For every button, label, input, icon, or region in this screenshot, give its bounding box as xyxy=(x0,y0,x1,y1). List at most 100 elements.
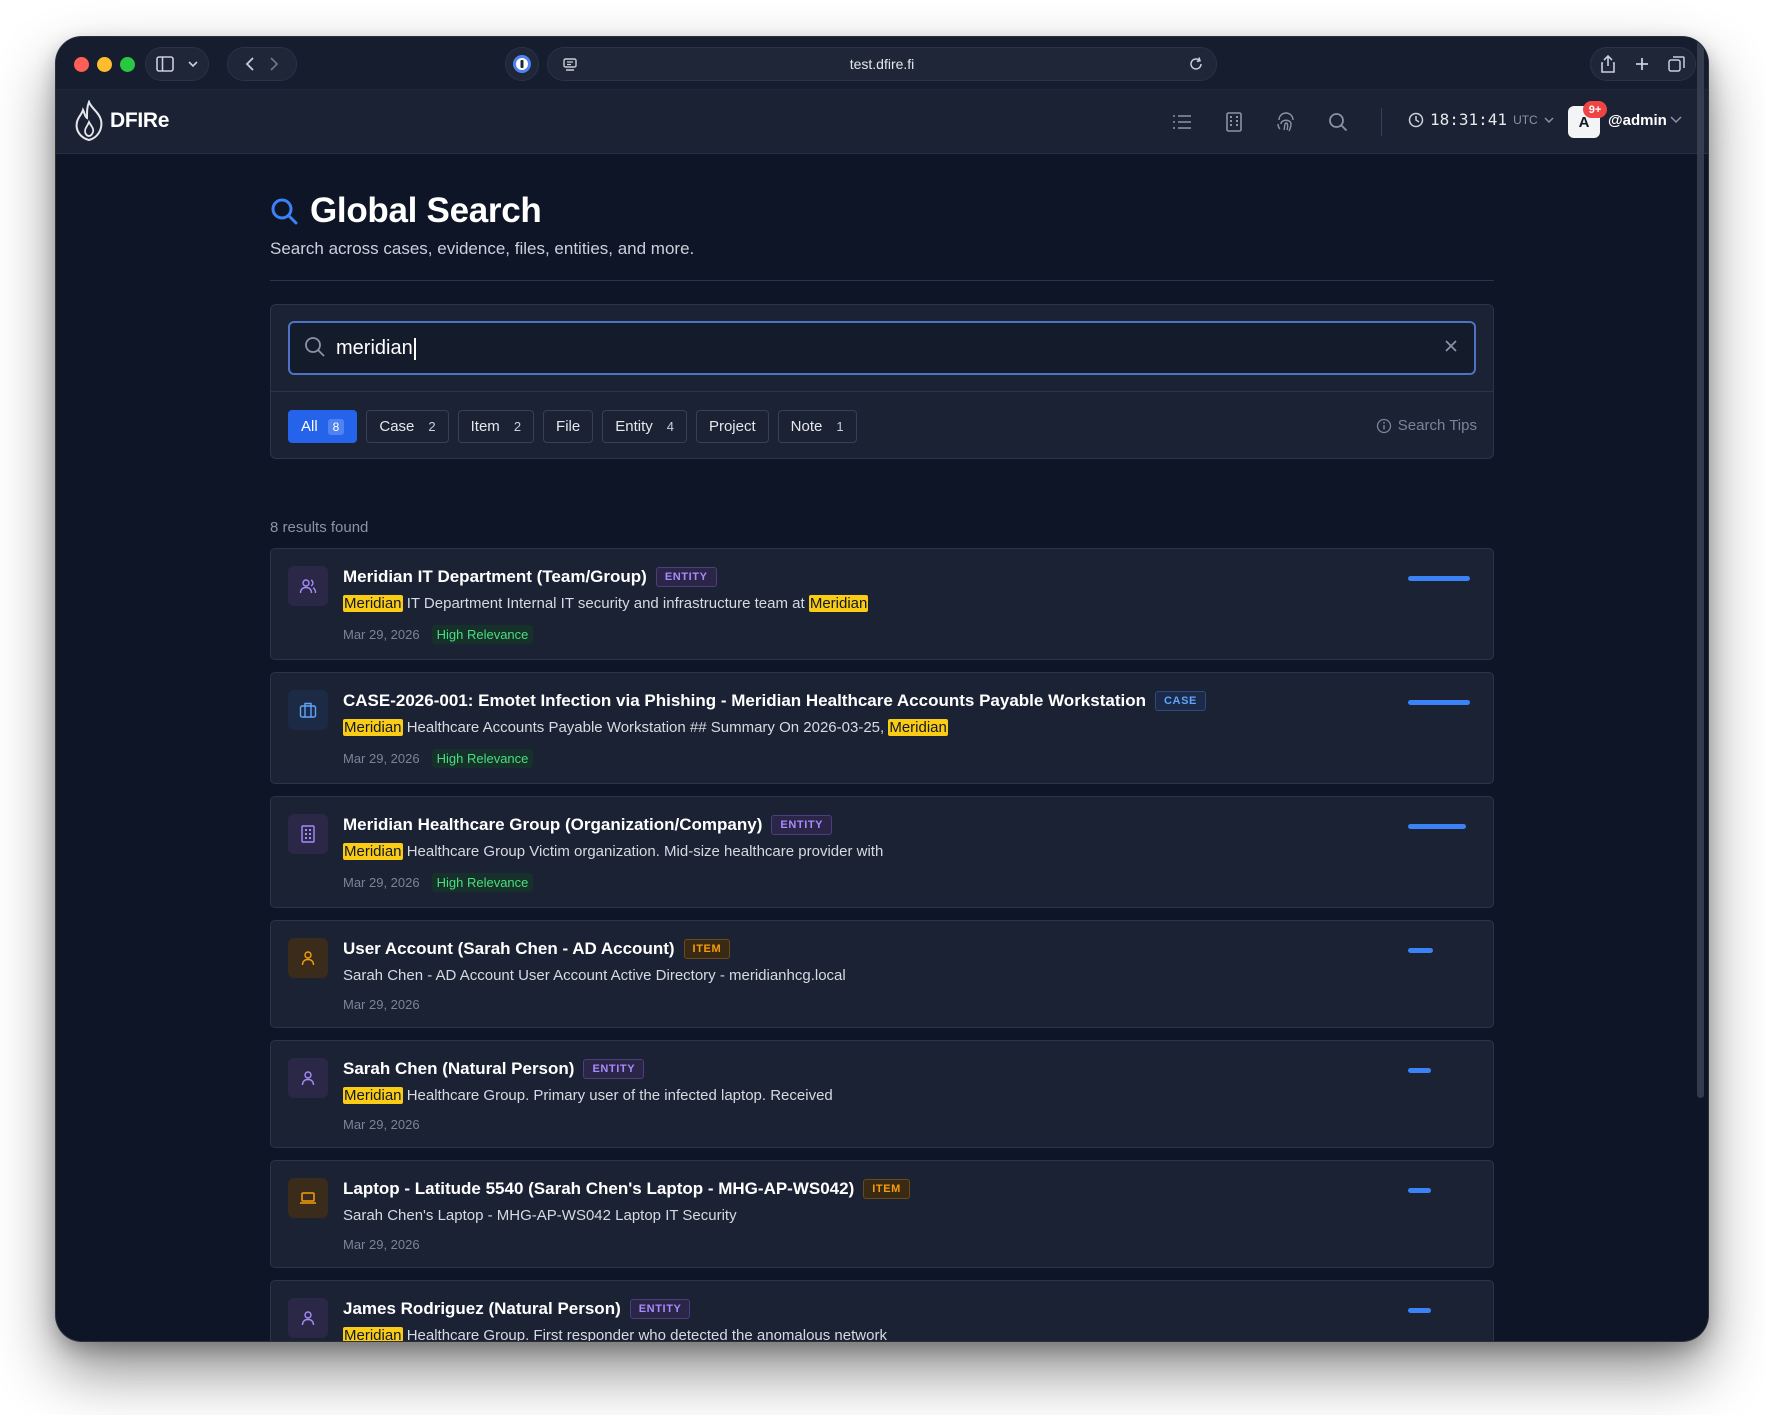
result-title[interactable]: Meridian IT Department (Team/Group) xyxy=(343,567,647,587)
result-title[interactable]: CASE-2026-001: Emotet Infection via Phis… xyxy=(343,691,1146,711)
result-meta: Mar 29, 2026 xyxy=(343,1237,420,1252)
search-result-card[interactable]: Laptop - Latitude 5540 (Sarah Chen's Lap… xyxy=(270,1160,1494,1268)
close-window-button[interactable] xyxy=(74,57,89,72)
search-tips-label: Search Tips xyxy=(1397,417,1477,434)
search-highlight: Meridian xyxy=(343,719,403,736)
close-icon[interactable] xyxy=(1442,337,1460,355)
list-button[interactable] xyxy=(1170,110,1194,134)
flame-logo-icon xyxy=(75,100,103,142)
filter-chip-note[interactable]: Note 1 xyxy=(777,410,857,443)
minimize-window-button[interactable] xyxy=(97,57,112,72)
search-box xyxy=(288,321,1476,375)
result-snippet: Meridian Healthcare Group. Primary user … xyxy=(343,1087,833,1104)
shield-icon xyxy=(513,55,531,73)
result-snippet: Meridian IT Department Internal IT secur… xyxy=(343,595,869,612)
result-type-tile xyxy=(288,814,328,854)
result-type-badge: ITEM xyxy=(863,1179,910,1199)
utc-clock[interactable]: 18:31:41 UTC xyxy=(1408,110,1554,129)
filter-chip-label: All xyxy=(301,418,318,435)
address-bar[interactable]: test.dfire.fi xyxy=(547,47,1217,81)
result-date: Mar 29, 2026 xyxy=(343,627,420,642)
person-icon xyxy=(300,1070,316,1086)
notification-badge[interactable]: 9+ xyxy=(1583,101,1607,118)
back-arrow-icon[interactable] xyxy=(245,56,255,72)
reader-icon[interactable] xyxy=(562,56,578,72)
window-actions xyxy=(1590,47,1696,81)
relevance-score-bar xyxy=(1408,1308,1431,1313)
tabs-overview-icon[interactable] xyxy=(1668,55,1686,73)
organizations-button[interactable] xyxy=(1222,110,1246,134)
result-title[interactable]: James Rodriguez (Natural Person) xyxy=(343,1299,621,1319)
sidebar-toggle-button[interactable] xyxy=(145,47,209,81)
search-button[interactable] xyxy=(1326,110,1350,134)
briefcase-icon xyxy=(299,701,317,719)
artifacts-button[interactable] xyxy=(1274,110,1298,134)
browser-toolbar: test.dfire.fi xyxy=(56,37,1708,90)
filter-chip-case[interactable]: Case 2 xyxy=(366,410,449,443)
search-result-card[interactable]: User Account (Sarah Chen - AD Account) IT… xyxy=(270,920,1494,1028)
snippet-text: Healthcare Group Victim organization. Mi… xyxy=(402,843,884,860)
reload-icon[interactable] xyxy=(1188,56,1204,72)
zoom-window-button[interactable] xyxy=(120,57,135,72)
filter-chip-label: Entity xyxy=(615,418,653,435)
divider xyxy=(270,280,1494,281)
search-input[interactable] xyxy=(336,323,1416,373)
relevance-score-bar xyxy=(1408,1188,1431,1193)
filter-chip-file[interactable]: File xyxy=(543,410,594,443)
filter-chip-all[interactable]: All 8 xyxy=(288,410,358,443)
result-meta: Mar 29, 2026 High Relevance xyxy=(343,749,534,768)
result-title-row: Laptop - Latitude 5540 (Sarah Chen's Lap… xyxy=(343,1179,910,1199)
filter-chip-label: Note xyxy=(790,418,823,435)
search-result-card[interactable]: CASE-2026-001: Emotet Infection via Phis… xyxy=(270,672,1494,784)
search-panel: All 8 Case 2 Item 2 File Entity 4 Project Note 1 Se… xyxy=(270,304,1494,459)
snippet-text: Sarah Chen - AD Account User Account Act… xyxy=(343,967,846,984)
result-title-row: James Rodriguez (Natural Person) ENTITY xyxy=(343,1299,691,1319)
result-title[interactable]: Laptop - Latitude 5540 (Sarah Chen's Lap… xyxy=(343,1179,854,1199)
relevance-badge: High Relevance xyxy=(431,873,534,892)
search-result-card[interactable]: Meridian Healthcare Group (Organization/… xyxy=(270,796,1494,908)
result-title-row: User Account (Sarah Chen - AD Account) IT… xyxy=(343,939,731,959)
result-title[interactable]: Meridian Healthcare Group (Organization/… xyxy=(343,815,762,835)
search-result-card[interactable]: Sarah Chen (Natural Person) ENTITY Meridia… xyxy=(270,1040,1494,1148)
snippet-text: Healthcare Group. First responder who de… xyxy=(402,1327,887,1341)
result-title-row: Meridian Healthcare Group (Organization/… xyxy=(343,815,833,835)
search-highlight: Meridian xyxy=(343,595,403,612)
info-icon xyxy=(1376,418,1391,433)
filter-chip-entity[interactable]: Entity 4 xyxy=(602,410,687,443)
relevance-score-bar xyxy=(1408,824,1466,829)
result-title-row: CASE-2026-001: Emotet Infection via Phis… xyxy=(343,691,1206,711)
result-meta: Mar 29, 2026 xyxy=(343,997,420,1012)
search-icon xyxy=(271,198,298,225)
result-title[interactable]: Sarah Chen (Natural Person) xyxy=(343,1059,574,1079)
history-nav xyxy=(227,47,297,81)
password-manager-button[interactable] xyxy=(505,47,539,81)
page-content: Global Search Search across cases, evide… xyxy=(56,154,1708,1341)
snippet-text: Sarah Chen's Laptop - MHG-AP-WS042 Lapto… xyxy=(343,1207,737,1224)
result-date: Mar 29, 2026 xyxy=(343,997,420,1012)
app-logo[interactable]: DFIRe xyxy=(72,100,169,142)
plus-icon[interactable] xyxy=(1634,56,1650,72)
filter-chip-project[interactable]: Project xyxy=(695,410,769,443)
username[interactable]: @admin xyxy=(1608,112,1667,129)
relevance-score-bar xyxy=(1408,576,1470,581)
search-tips-button[interactable]: Search Tips xyxy=(1376,417,1477,434)
filter-chip-count: 2 xyxy=(513,419,522,434)
share-icon[interactable] xyxy=(1600,55,1616,73)
filter-chip-item[interactable]: Item 2 xyxy=(457,410,535,443)
snippet-text: Healthcare Accounts Payable Workstation … xyxy=(402,719,889,736)
filter-chip-label: File xyxy=(556,418,581,435)
filter-tabs: All 8 Case 2 Item 2 File Entity 4 Project Note 1 xyxy=(288,410,857,443)
relevance-score-bar xyxy=(1408,1068,1431,1073)
page-title-row: Global Search xyxy=(270,191,542,231)
search-highlight: Meridian xyxy=(888,719,948,736)
scrollbar[interactable] xyxy=(1697,38,1704,1098)
chevron-down-icon[interactable] xyxy=(1670,114,1682,124)
result-title[interactable]: User Account (Sarah Chen - AD Account) xyxy=(343,939,675,959)
result-type-badge: ENTITY xyxy=(771,815,833,835)
forward-arrow-icon[interactable] xyxy=(269,56,279,72)
result-date: Mar 29, 2026 xyxy=(343,875,420,890)
search-result-card[interactable]: James Rodriguez (Natural Person) ENTITY Me… xyxy=(270,1280,1494,1341)
result-snippet: Meridian Healthcare Group Victim organiz… xyxy=(343,843,883,860)
result-type-badge: ITEM xyxy=(683,939,731,959)
search-result-card[interactable]: Meridian IT Department (Team/Group) ENTIT… xyxy=(270,548,1494,660)
